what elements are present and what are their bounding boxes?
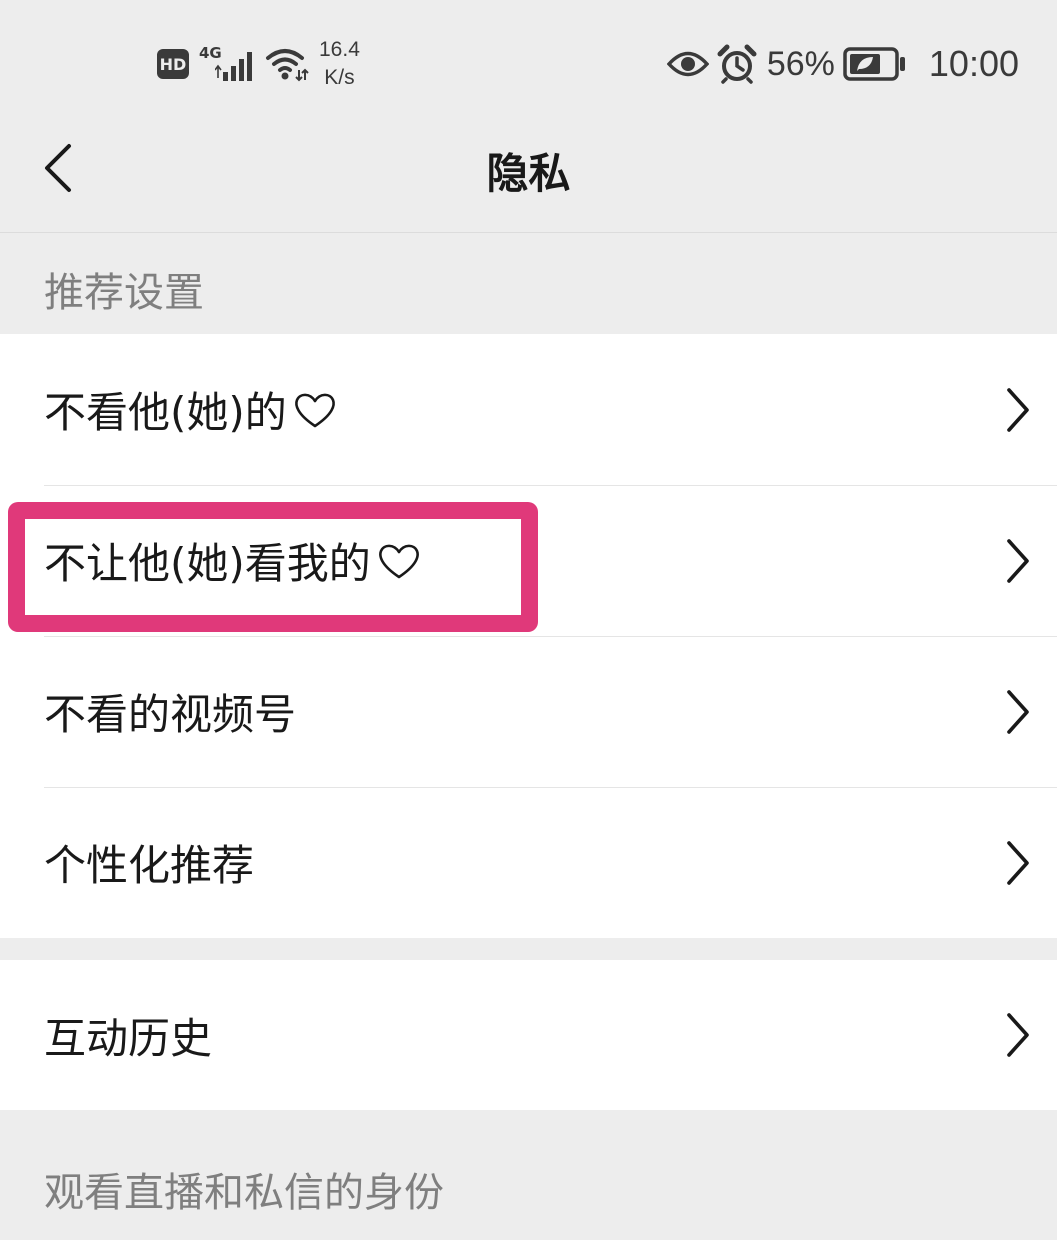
- network-speed-value: 16.4: [319, 38, 360, 61]
- privacy-settings-screen: HD 4G 16.4 K/s 56% 10:00 隐私 推荐设置 不看他(她)的…: [0, 0, 1057, 1240]
- battery-saver-icon: [843, 47, 905, 81]
- recommend-settings-group: 不看他(她)的 不让他(她)看我的 不看的视频号 个性化推荐: [0, 334, 1057, 938]
- row-label: 不让他(她)看我的: [44, 530, 421, 591]
- row-label: 互动历史: [44, 1013, 213, 1063]
- hd-voice-icon: HD: [157, 49, 189, 79]
- chevron-right-icon: [1007, 1013, 1029, 1057]
- row-label: 个性化推荐: [44, 841, 255, 890]
- chevron-right-icon: [1007, 840, 1029, 885]
- row-label: 不看他(她)的: [44, 379, 337, 440]
- page-title: 隐私: [486, 149, 571, 198]
- nav-divider: [0, 232, 1057, 233]
- row-blocked-channels[interactable]: 不看的视频号: [0, 636, 1057, 787]
- eye-comfort-icon: [666, 51, 709, 77]
- nav-bar: 隐私: [0, 120, 1057, 232]
- chevron-right-icon: [1007, 538, 1029, 583]
- status-bar-left: HD 4G 16.4 K/s: [157, 38, 360, 90]
- alarm-icon: [717, 44, 757, 84]
- row-hide-their-moments[interactable]: 不看他(她)的: [0, 334, 1057, 485]
- status-bar-right: 56% 10:00: [666, 38, 1019, 90]
- section-header-recommend: 推荐设置: [44, 270, 204, 316]
- row-interaction-history[interactable]: 互动历史: [0, 960, 1057, 1110]
- heart-icon: [378, 544, 419, 578]
- history-group: 互动历史: [0, 960, 1057, 1110]
- cellular-signal-icon: 4G: [199, 44, 255, 84]
- network-speed: 16.4 K/s: [319, 38, 360, 90]
- status-bar: HD 4G 16.4 K/s 56% 10:00: [0, 0, 1057, 120]
- row-label: 不看的视频号: [44, 690, 297, 739]
- row-personalized-recommend[interactable]: 个性化推荐: [0, 787, 1057, 938]
- chevron-right-icon: [1007, 387, 1029, 432]
- network-speed-unit: K/s: [324, 66, 355, 89]
- heart-icon: [294, 393, 335, 427]
- row-label-text: 不看他(她)的: [44, 388, 287, 437]
- row-label-text: 不让他(她)看我的: [44, 539, 371, 588]
- wifi-icon: [266, 49, 309, 82]
- battery-percentage: 56%: [766, 44, 835, 83]
- status-clock: 10:00: [928, 43, 1019, 84]
- chevron-right-icon: [1007, 689, 1029, 734]
- section-header-identity: 观看直播和私信的身份: [44, 1170, 444, 1216]
- row-hide-my-moments[interactable]: 不让他(她)看我的: [0, 485, 1057, 636]
